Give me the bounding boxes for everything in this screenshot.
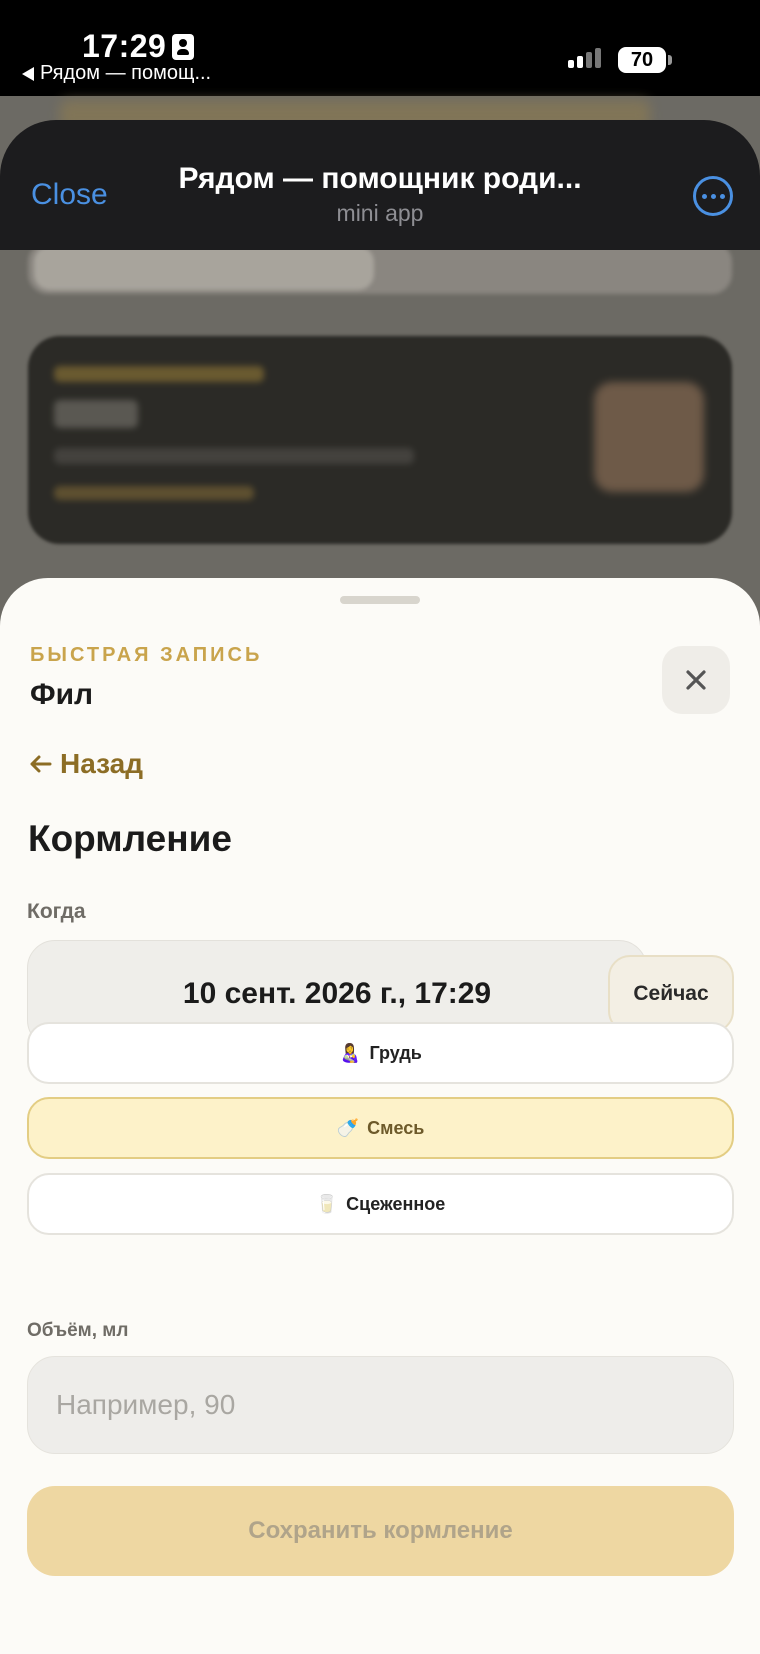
background-child-card [28, 336, 732, 544]
background-card-line [54, 486, 254, 500]
background-card-line [54, 400, 138, 428]
cellular-signal-icon [568, 48, 601, 68]
mini-app-subtitle: mini app [336, 200, 424, 226]
baby-bottle-icon: 🍼 [336, 1117, 360, 1138]
volume-input[interactable] [27, 1356, 734, 1454]
background-card-line [54, 448, 414, 464]
mini-app-title: Рядом — помощник роди... [178, 162, 582, 195]
save-feeding-button[interactable]: Сохранить кормление [27, 1486, 734, 1576]
battery-tip [668, 55, 672, 65]
option-label: Смесь [367, 1117, 425, 1138]
screen: 17:29 Рядом — помощ... 70 Close Рядом — … [0, 0, 760, 1654]
option-label: Грудь [369, 1042, 422, 1063]
contact-card-icon [172, 34, 194, 60]
option-label: Сцеженное [346, 1193, 446, 1214]
breastfeeding-icon: 👩‍🍼 [339, 1042, 362, 1063]
volume-label: Объём, мл [27, 1320, 129, 1341]
status-time: 17:29 [82, 28, 167, 64]
background-card-photo [594, 382, 704, 492]
quick-entry-sheet: БЫСТРАЯ ЗАПИСЬ Фил Назад Кормление Когда… [0, 578, 760, 1654]
sheet-eyebrow: БЫСТРАЯ ЗАПИСЬ [30, 644, 263, 666]
back-label: Назад [60, 748, 144, 779]
feeding-option-expressed[interactable]: 🥛 Сцеженное [27, 1173, 734, 1235]
back-link[interactable]: Назад [28, 748, 143, 780]
section-title: Кормление [28, 818, 232, 859]
status-back-label: Рядом — помощ... [40, 62, 212, 84]
child-name: Фил [30, 678, 94, 711]
back-triangle-icon [22, 66, 34, 81]
battery-icon: 70 [618, 47, 666, 73]
sheet-close-button[interactable] [662, 646, 730, 714]
when-label: Когда [27, 900, 86, 923]
background-card-line [54, 366, 264, 382]
arrow-left-icon [30, 755, 52, 773]
background-tab-active [34, 246, 374, 290]
status-back-to-app[interactable]: Рядом — помощ... [22, 62, 211, 85]
feeding-option-formula[interactable]: 🍼 Смесь [27, 1097, 734, 1159]
milk-glass-icon: 🥛 [315, 1193, 339, 1214]
close-icon [686, 670, 706, 690]
telegram-header: Close Рядом — помощник роди... mini app [0, 120, 760, 250]
more-options-icon[interactable] [693, 176, 733, 216]
feeding-option-breast[interactable]: 👩‍🍼 Грудь [27, 1022, 734, 1084]
sheet-grabber[interactable] [340, 596, 420, 604]
